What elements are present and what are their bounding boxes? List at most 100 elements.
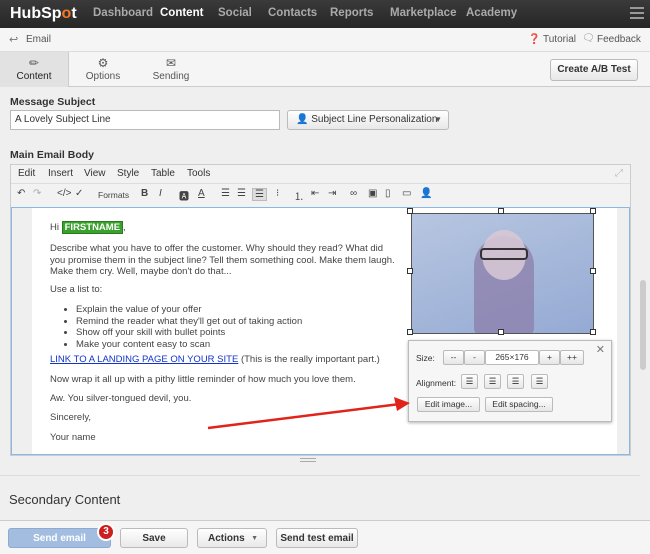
list-item: Show off your skill with bullet points <box>76 327 396 339</box>
list-item: Explain the value of your offer <box>76 304 396 316</box>
edit-spacing-button[interactable]: Edit spacing... <box>485 397 553 412</box>
gear-icon: ⚙ <box>97 56 109 70</box>
formats-dropdown[interactable]: Formats <box>98 190 129 200</box>
paragraph-wrapup: Now wrap it all up with a pithy little r… <box>50 374 356 385</box>
nav-contacts[interactable]: Contacts <box>268 7 317 19</box>
tab-sending[interactable]: ✉ Sending <box>137 52 205 87</box>
size-smaller-button[interactable]: - <box>464 350 485 365</box>
align-left-icon[interactable]: ☰ <box>221 188 230 199</box>
list-intro: Use a list to: <box>50 284 103 295</box>
resize-handle[interactable] <box>590 329 596 335</box>
menu-tools[interactable]: Tools <box>187 168 210 179</box>
image-options-popup: ✕ Size: -- - 265×176 + ++ Alignment: ☰ ☰… <box>408 340 612 422</box>
save-button[interactable]: Save <box>120 528 188 548</box>
editor-resize-handle[interactable] <box>300 458 316 462</box>
hamburger-menu-icon[interactable] <box>630 7 644 19</box>
align-center-button[interactable]: ☰ <box>484 374 501 389</box>
back-email-link[interactable]: Email <box>26 34 51 45</box>
paragraph-intro: Describe what you have to offer the cust… <box>50 243 395 277</box>
list-item: Make your content easy to scan <box>76 339 396 351</box>
fullscreen-icon[interactable]: ⤢ <box>615 168 623 179</box>
link-note: (This is the really important part.) <box>238 354 380 365</box>
undo-icon[interactable]: ↶ <box>17 188 25 199</box>
menu-table[interactable]: Table <box>151 168 175 179</box>
bold-icon[interactable]: B <box>141 188 148 199</box>
list-item: Remind the reader what they'll get out o… <box>76 316 396 328</box>
source-code-icon[interactable]: </> <box>57 188 71 199</box>
close-icon[interactable]: ✕ <box>596 343 605 356</box>
bullet-list-icon[interactable]: ⁝ <box>276 188 279 199</box>
document-icon[interactable]: ▯ <box>385 188 391 199</box>
subject-personalization-dropdown[interactable]: 👤 Subject Line Personalization ▼ <box>287 110 449 130</box>
nav-marketplace[interactable]: Marketplace <box>390 7 456 19</box>
sub-header: ↩ Email ❓ Tutorial 🗨 Feedback <box>0 28 650 52</box>
resize-handle[interactable] <box>590 208 596 214</box>
video-icon[interactable]: ▭ <box>402 188 411 199</box>
spellcheck-icon[interactable]: ✓ <box>75 188 83 199</box>
send-test-email-button[interactable]: Send test email <box>276 528 358 548</box>
image-icon[interactable]: ▣ <box>368 188 377 199</box>
size-larger-button[interactable]: + <box>539 350 560 365</box>
secondary-content-heading: Secondary Content <box>9 492 121 507</box>
create-ab-test-button[interactable]: Create A/B Test <box>550 59 638 81</box>
personalization-icon[interactable]: 👤 <box>420 188 432 199</box>
size-much-larger-button[interactable]: ++ <box>560 350 584 365</box>
align-center-icon[interactable]: ☰ <box>237 188 246 199</box>
nav-academy[interactable]: Academy <box>466 7 517 19</box>
background-color-icon[interactable]: 🅰 <box>179 188 189 203</box>
link-icon[interactable]: ∞ <box>350 188 357 199</box>
align-right-icon[interactable]: ☰ <box>252 188 267 201</box>
tutorial-link[interactable]: Tutorial <box>543 34 576 45</box>
actions-dropdown[interactable]: Actions ▼ <box>197 528 267 548</box>
resize-handle[interactable] <box>407 208 413 214</box>
firstname-token[interactable]: FIRSTNAME <box>61 221 124 234</box>
landing-page-link[interactable]: LINK TO A LANDING PAGE ON YOUR SITE <box>50 354 238 365</box>
resize-handle[interactable] <box>498 329 504 335</box>
subject-input[interactable]: A Lovely Subject Line <box>10 110 280 130</box>
nav-content[interactable]: Content <box>160 7 203 19</box>
text-color-icon[interactable]: A <box>198 188 205 199</box>
menu-style[interactable]: Style <box>117 168 139 179</box>
pencil-icon: ✏ <box>28 56 40 70</box>
menu-view[interactable]: View <box>84 168 106 179</box>
size-label: Size: <box>416 353 435 363</box>
send-email-button[interactable]: Send email <box>8 528 111 548</box>
menu-edit[interactable]: Edit <box>18 168 35 179</box>
person-icon: 👤 <box>296 114 309 125</box>
tab-bar: ✏ Content ⚙ Options ✉ Sending Create A/B Te… <box>0 52 650 87</box>
greeting: Hi <box>50 222 59 233</box>
nav-reports[interactable]: Reports <box>330 7 373 19</box>
edit-image-button[interactable]: Edit image... <box>417 397 480 412</box>
hubspot-logo[interactable]: HubSpot <box>10 5 77 23</box>
redo-icon[interactable]: ↷ <box>33 188 41 199</box>
back-arrow-icon[interactable]: ↩ <box>9 33 18 46</box>
align-right-button[interactable]: ☰ <box>507 374 524 389</box>
tab-label: Content <box>16 71 52 82</box>
resize-handle[interactable] <box>590 268 596 274</box>
main-email-body-label: Main Email Body <box>10 149 95 161</box>
numbered-list-icon[interactable]: ⒈ <box>294 188 304 203</box>
alignment-label: Alignment: <box>416 378 457 388</box>
feedback-link[interactable]: Feedback <box>597 34 641 45</box>
resize-handle[interactable] <box>498 208 504 214</box>
nav-dashboard[interactable]: Dashboard <box>93 7 153 19</box>
selected-email-image[interactable] <box>411 213 594 334</box>
size-value-field[interactable]: 265×176 <box>485 350 539 365</box>
tab-options[interactable]: ⚙ Options <box>69 52 137 87</box>
italic-icon[interactable]: I <box>159 188 162 199</box>
chevron-down-icon: ▼ <box>434 115 442 124</box>
help-icon: ❓ <box>528 34 541 45</box>
red-arrow-annotation <box>207 397 410 430</box>
nav-social[interactable]: Social <box>218 7 252 19</box>
align-justify-button[interactable]: ☰ <box>531 374 548 389</box>
page-scrollbar[interactable] <box>640 280 646 370</box>
indent-icon[interactable]: ⇥ <box>328 188 336 199</box>
outdent-icon[interactable]: ⇤ <box>311 188 319 199</box>
feedback-icon: 🗨 <box>582 33 595 44</box>
align-left-button[interactable]: ☰ <box>461 374 478 389</box>
menu-insert[interactable]: Insert <box>48 168 73 179</box>
resize-handle[interactable] <box>407 329 413 335</box>
tab-content[interactable]: ✏ Content <box>0 52 69 87</box>
resize-handle[interactable] <box>407 268 413 274</box>
size-much-smaller-button[interactable]: -- <box>443 350 464 365</box>
